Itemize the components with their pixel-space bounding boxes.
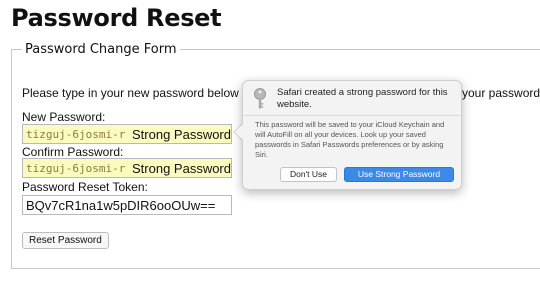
instructions-text-right: your password. [462, 86, 540, 100]
popup-divider [243, 115, 461, 116]
new-password-field[interactable]: tizguj-6josmi-r Strong Password [22, 124, 232, 144]
strong-password-popup: Safari created a strong password for thi… [242, 80, 462, 190]
token-label: Password Reset Token: [22, 180, 148, 194]
token-field[interactable]: BQv7cR1na1w5pDIR6ooOUw== [22, 195, 232, 215]
popup-arrow [234, 124, 243, 140]
page-title: Password Reset [11, 4, 222, 32]
new-password-label: New Password: [22, 110, 106, 124]
confirm-password-value: tizguj-6josmi-r [26, 161, 126, 175]
confirm-password-field[interactable]: tizguj-6josmi-r Strong Password [22, 158, 232, 178]
use-strong-password-button[interactable]: Use Strong Password [344, 167, 454, 182]
strong-password-badge: Strong Password [132, 126, 231, 142]
new-password-value: tizguj-6josmi-r [26, 127, 126, 141]
key-icon [254, 88, 266, 109]
confirm-password-label: Confirm Password: [22, 145, 124, 159]
popup-title: Safari created a strong password for thi… [277, 87, 448, 110]
reset-password-button[interactable]: Reset Password [22, 232, 109, 249]
strong-password-badge: Strong Password [132, 160, 231, 176]
popup-body: This password will be saved to your iClo… [255, 120, 445, 159]
instructions-text-left: Please type in your new password below a… [22, 86, 263, 100]
fieldset-legend: Password Change Form [22, 42, 180, 57]
dont-use-button[interactable]: Don't Use [280, 167, 337, 182]
